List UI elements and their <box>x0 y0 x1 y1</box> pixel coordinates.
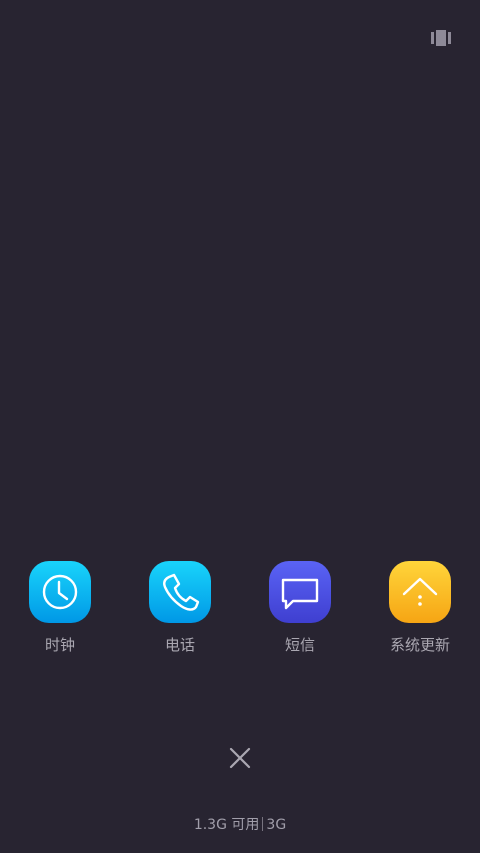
system-update-icon <box>389 561 451 623</box>
close-icon <box>229 747 251 769</box>
app-label: 系统更新 <box>389 636 450 654</box>
message-icon <box>269 561 331 623</box>
clock-icon <box>29 561 91 623</box>
recent-app-phone[interactable]: 电话 <box>130 561 230 654</box>
recent-app-messages[interactable]: 短信 <box>250 561 350 654</box>
clear-all-button[interactable] <box>224 742 256 774</box>
card-view-toggle-button[interactable] <box>431 30 451 46</box>
phone-icon <box>149 561 211 623</box>
app-label: 短信 <box>284 636 315 654</box>
memory-status: 1.3G 可用 3G <box>0 815 480 835</box>
recent-app-system-update[interactable]: 系统更新 <box>370 561 470 654</box>
app-label: 时钟 <box>44 636 75 654</box>
memory-total: 3G <box>266 817 287 833</box>
memory-available: 1.3G 可用 <box>193 817 260 833</box>
recent-apps-list: 时钟 电话 短信 系统更新 <box>0 561 480 661</box>
card-view-icon <box>431 30 451 46</box>
memory-divider <box>262 817 264 831</box>
app-label: 电话 <box>164 636 195 654</box>
recent-app-clock[interactable]: 时钟 <box>10 561 110 654</box>
